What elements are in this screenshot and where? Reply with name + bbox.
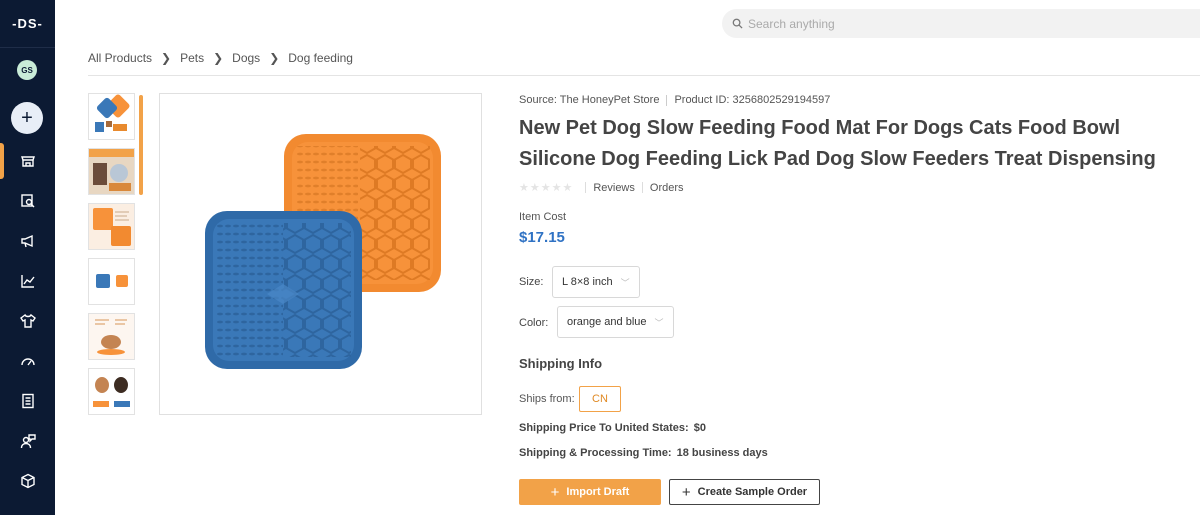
- product-source[interactable]: Source: The HoneyPet Store: [519, 94, 659, 106]
- ships-from-option[interactable]: CN: [579, 386, 621, 412]
- breadcrumb-all-products[interactable]: All Products: [88, 51, 152, 65]
- sidebar-item-product-search[interactable]: [0, 181, 55, 221]
- create-sample-order-label: Create Sample Order: [697, 486, 808, 498]
- main-product-image[interactable]: [159, 93, 482, 415]
- product-thumbnail[interactable]: [88, 148, 135, 195]
- shipping-price-value: $0: [693, 422, 706, 434]
- shipping-time-label: Shipping & Processing Time:: [519, 447, 672, 459]
- sidebar-item-analytics[interactable]: [0, 261, 55, 301]
- product-thumbnail[interactable]: [88, 368, 135, 415]
- sidebar-item-marketing[interactable]: [0, 221, 55, 261]
- size-value: L 8×8 inch: [562, 276, 613, 288]
- search-bar[interactable]: [722, 9, 1200, 38]
- sidebar-item-packages[interactable]: [0, 461, 55, 501]
- product-thumbnail[interactable]: [88, 313, 135, 360]
- plus-icon: +: [681, 483, 691, 501]
- shipping-price-label: Shipping Price To United States:: [519, 422, 689, 434]
- product-search-icon: [20, 194, 34, 208]
- product-thumbnail[interactable]: [88, 258, 135, 305]
- chevron-right-icon: ❯: [213, 51, 224, 65]
- import-draft-button[interactable]: + Import Draft: [519, 479, 661, 505]
- shipping-time-row: Shipping & Processing Time: 18 business d…: [519, 447, 768, 459]
- search-icon: [732, 18, 743, 29]
- box-icon: [20, 473, 35, 489]
- sidebar-item-performance[interactable]: [0, 341, 55, 381]
- document-icon: [21, 393, 34, 409]
- item-cost-label: Item Cost: [519, 211, 567, 223]
- thumbnail-scrollbar[interactable]: [139, 95, 143, 195]
- color-select[interactable]: orange and blue ﹀: [557, 306, 674, 338]
- sidebar-item-apparel[interactable]: [0, 301, 55, 341]
- color-value: orange and blue: [567, 316, 647, 328]
- sidebar-item-documents[interactable]: [0, 381, 55, 421]
- product-thumbnail[interactable]: [88, 93, 135, 140]
- rating-divider: [641, 182, 643, 193]
- product-id: Product ID: 3256802529194597: [674, 94, 831, 106]
- product-meta: Source: The HoneyPet Store Product ID: 3…: [519, 94, 830, 106]
- product-title: New Pet Dog Slow Feeding Food Mat For Do…: [519, 117, 1156, 170]
- thumbnail-list: [88, 93, 136, 423]
- gauge-icon: [20, 358, 35, 366]
- reviews-link[interactable]: Reviews: [593, 182, 635, 194]
- analytics-icon: [20, 275, 35, 288]
- chevron-right-icon: ❯: [161, 51, 172, 65]
- chevron-down-icon: ﹀: [620, 277, 630, 288]
- orders-link[interactable]: Orders: [650, 182, 684, 194]
- breadcrumb-dog-feeding[interactable]: Dog feeding: [288, 51, 353, 65]
- user-chat-icon: [20, 434, 36, 449]
- tshirt-icon: [19, 313, 36, 328]
- breadcrumb: All Products ❯ Pets ❯ Dogs ❯ Dog feeding: [88, 51, 353, 65]
- shipping-time-value: 18 business days: [676, 447, 768, 459]
- sidebar-item-store[interactable]: [0, 141, 55, 181]
- product-thumbnail[interactable]: [88, 203, 135, 250]
- meta-divider: [666, 94, 668, 106]
- header-divider: [88, 75, 1200, 76]
- sidebar: -DS- GS +: [0, 0, 55, 515]
- item-cost-value: $17.15: [519, 229, 565, 246]
- create-sample-order-button[interactable]: + Create Sample Order: [669, 479, 820, 505]
- star-rating-icon: ★★★★★: [519, 182, 574, 194]
- store-icon: [20, 156, 35, 167]
- megaphone-icon: [20, 234, 33, 248]
- import-draft-label: Import Draft: [566, 486, 630, 498]
- ships-from-label: Ships from:: [519, 393, 575, 405]
- size-select[interactable]: L 8×8 inch ﹀: [552, 266, 640, 298]
- sidebar-item-support[interactable]: [0, 421, 55, 461]
- size-label: Size:: [519, 276, 544, 288]
- shipping-price-row: Shipping Price To United States: $0: [519, 422, 706, 434]
- shipping-info-heading: Shipping Info: [519, 356, 603, 371]
- plus-icon: +: [550, 483, 560, 501]
- rating-divider: [585, 182, 587, 193]
- color-label: Color:: [519, 317, 549, 329]
- chevron-down-icon: ﹀: [654, 317, 664, 328]
- chevron-right-icon: ❯: [269, 51, 280, 65]
- breadcrumb-pets[interactable]: Pets: [180, 51, 204, 65]
- app-logo[interactable]: -DS-: [0, 0, 55, 48]
- avatar[interactable]: GS: [17, 60, 37, 80]
- rating-row: ★★★★★ Reviews Orders: [519, 181, 684, 195]
- add-button[interactable]: +: [11, 102, 43, 134]
- search-input[interactable]: [748, 16, 1148, 31]
- breadcrumb-dogs[interactable]: Dogs: [232, 51, 260, 65]
